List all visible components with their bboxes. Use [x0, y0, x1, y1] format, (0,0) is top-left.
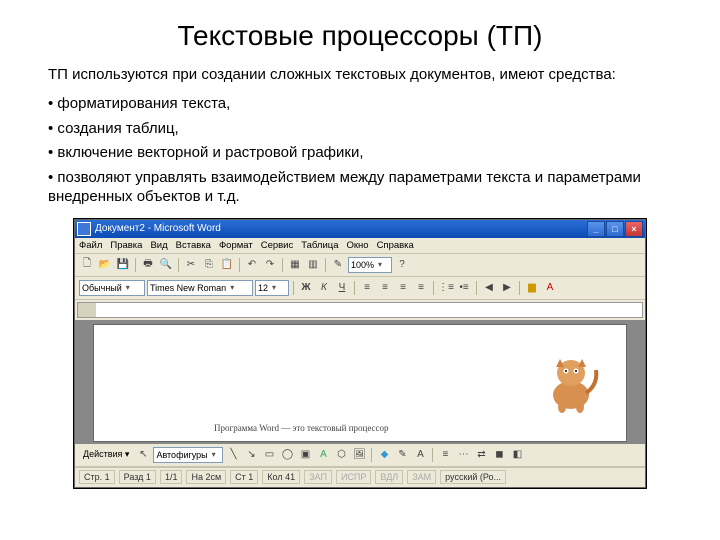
page[interactable]: Программа Word — это текстовый процессор	[93, 324, 627, 442]
ruler[interactable]	[77, 302, 643, 318]
line-style-icon[interactable]: ≡	[437, 447, 453, 463]
diagram-icon[interactable]: ⬡	[333, 447, 349, 463]
italic-icon[interactable]: К	[316, 280, 332, 296]
help-icon[interactable]: ?	[394, 257, 410, 273]
cat-clipart	[536, 345, 606, 415]
line-color-icon[interactable]: ✎	[394, 447, 410, 463]
slide-title: Текстовые процессоры (ТП)	[48, 20, 672, 52]
preview-icon[interactable]: 🔍	[158, 257, 174, 273]
document-area: Программа Word — это текстовый процессор	[75, 320, 645, 444]
menu-format[interactable]: Формат	[219, 240, 253, 251]
cut-icon[interactable]: ✂	[183, 257, 199, 273]
select-icon[interactable]: ↖	[135, 447, 151, 463]
undo-icon[interactable]: ↶	[244, 257, 260, 273]
status-trk: ИСПР	[336, 470, 371, 484]
status-sec: Разд 1	[119, 470, 156, 484]
minimize-button[interactable]: _	[587, 221, 605, 237]
autoshapes-combo[interactable]: Автофигуры	[153, 447, 223, 463]
menu-edit[interactable]: Правка	[110, 240, 142, 251]
status-lang: русский (Ро...	[440, 470, 506, 484]
status-ext: ВДЛ	[375, 470, 403, 484]
arrow-style-icon[interactable]: ⇄	[473, 447, 489, 463]
align-right-icon[interactable]: ≡	[395, 280, 411, 296]
style-combo[interactable]: Обычный	[79, 280, 145, 296]
drawing-icon[interactable]: ✎	[330, 257, 346, 273]
textbox-icon[interactable]: ▣	[297, 447, 313, 463]
font-color-icon[interactable]: A	[542, 280, 558, 296]
font-color2-icon[interactable]: A	[412, 447, 428, 463]
copy-icon[interactable]: ⎘	[201, 257, 217, 273]
drawing-label[interactable]: Действия ▾	[79, 449, 133, 460]
bullets-icon[interactable]: •≡	[456, 280, 472, 296]
document-text: Программа Word — это текстовый процессор	[214, 423, 389, 433]
status-ovr: ЗАМ	[407, 470, 436, 484]
underline-icon[interactable]: Ч	[334, 280, 350, 296]
formatting-toolbar: Обычный Times New Roman 12 Ж К Ч ≡ ≡ ≡ ≡…	[75, 277, 645, 300]
redo-icon[interactable]: ↷	[262, 257, 278, 273]
close-button[interactable]: ×	[625, 221, 643, 237]
intro-text: ТП используются при создании сложных тек…	[48, 66, 672, 85]
align-center-icon[interactable]: ≡	[377, 280, 393, 296]
3d-icon[interactable]: ◧	[509, 447, 525, 463]
save-icon[interactable]: 💾	[115, 257, 131, 273]
arrow-icon[interactable]: ↘	[243, 447, 259, 463]
bullet-item: • позволяют управлять взаимодействием ме…	[48, 169, 672, 207]
indent-dec-icon[interactable]: ◀	[481, 280, 497, 296]
standard-toolbar: 🗋 📂 💾 🖶 🔍 ✂ ⎘ 📋 ↶ ↷ ▦ ▥ ✎ 100% ?	[75, 254, 645, 277]
line-icon[interactable]: ╲	[225, 447, 241, 463]
menu-window[interactable]: Окно	[346, 240, 368, 251]
bullet-list: • форматирования текста, • создания табл…	[48, 95, 672, 207]
highlight-icon[interactable]: ▆	[524, 280, 540, 296]
menu-help[interactable]: Справка	[377, 240, 414, 251]
status-pages: 1/1	[160, 470, 183, 484]
indent-inc-icon[interactable]: ▶	[499, 280, 515, 296]
window-title: Документ2 - Microsoft Word	[95, 223, 587, 234]
table-icon[interactable]: ▦	[287, 257, 303, 273]
menu-bar: Файл Правка Вид Вставка Формат Сервис Та…	[75, 238, 645, 254]
menu-file[interactable]: Файл	[79, 240, 102, 251]
new-icon[interactable]: 🗋	[79, 257, 95, 273]
word-icon	[77, 222, 91, 236]
font-combo[interactable]: Times New Roman	[147, 280, 253, 296]
status-rec: ЗАП	[304, 470, 332, 484]
zoom-combo[interactable]: 100%	[348, 257, 392, 273]
menu-table[interactable]: Таблица	[301, 240, 338, 251]
status-col: Кол 41	[262, 470, 300, 484]
fill-icon[interactable]: ◆	[376, 447, 392, 463]
paste-icon[interactable]: 📋	[219, 257, 235, 273]
status-bar: Стр. 1 Разд 1 1/1 На 2см Ст 1 Кол 41 ЗАП…	[75, 467, 645, 487]
bullet-item: • включение векторной и растровой график…	[48, 144, 672, 163]
shadow-icon[interactable]: ◼	[491, 447, 507, 463]
wordart-icon[interactable]: A	[315, 447, 331, 463]
menu-view[interactable]: Вид	[150, 240, 167, 251]
menu-tools[interactable]: Сервис	[261, 240, 294, 251]
clipart-icon[interactable]: 🖼	[351, 447, 367, 463]
window-titlebar: Документ2 - Microsoft Word _ □ ×	[75, 220, 645, 238]
align-left-icon[interactable]: ≡	[359, 280, 375, 296]
dash-icon[interactable]: ⋯	[455, 447, 471, 463]
bullet-item: • форматирования текста,	[48, 95, 672, 114]
status-ln: Ст 1	[230, 470, 258, 484]
size-combo[interactable]: 12	[255, 280, 289, 296]
print-icon[interactable]: 🖶	[140, 257, 156, 273]
rect-icon[interactable]: ▭	[261, 447, 277, 463]
numbering-icon[interactable]: ⋮≡	[438, 280, 454, 296]
word-screenshot: Документ2 - Microsoft Word _ □ × Файл Пр…	[74, 219, 646, 488]
open-icon[interactable]: 📂	[97, 257, 113, 273]
menu-insert[interactable]: Вставка	[176, 240, 211, 251]
status-at: На 2см	[186, 470, 226, 484]
status-page: Стр. 1	[79, 470, 115, 484]
columns-icon[interactable]: ▥	[305, 257, 321, 273]
bold-icon[interactable]: Ж	[298, 280, 314, 296]
justify-icon[interactable]: ≡	[413, 280, 429, 296]
drawing-toolbar: Действия ▾ ↖ Автофигуры ╲ ↘ ▭ ◯ ▣ A ⬡ 🖼 …	[75, 444, 645, 467]
oval-icon[interactable]: ◯	[279, 447, 295, 463]
maximize-button[interactable]: □	[606, 221, 624, 237]
bullet-item: • создания таблиц,	[48, 120, 672, 139]
